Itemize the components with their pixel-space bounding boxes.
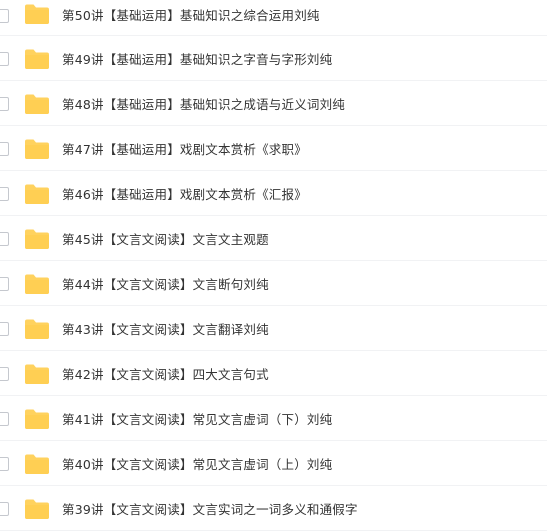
list-item[interactable]: 第45讲【文言文阅读】文言文主观题	[0, 217, 547, 261]
list-item[interactable]: 第43讲【文言文阅读】文言翻译刘纯	[0, 307, 547, 351]
file-name[interactable]: 第41讲【文言文阅读】常见文言虚词（下）刘纯	[62, 412, 332, 428]
list-item[interactable]: 第46讲【基础运用】戏剧文本赏析《汇报》	[0, 172, 547, 216]
file-name[interactable]: 第43讲【文言文阅读】文言翻译刘纯	[62, 322, 269, 338]
row-checkbox[interactable]	[0, 142, 9, 156]
list-item[interactable]: 第41讲【文言文阅读】常见文言虚词（下）刘纯	[0, 397, 547, 441]
row-checkbox[interactable]	[0, 367, 9, 381]
list-item[interactable]: 第42讲【文言文阅读】四大文言句式	[0, 352, 547, 396]
folder-icon	[24, 318, 50, 340]
folder-icon	[24, 228, 50, 250]
folder-icon	[24, 498, 50, 520]
file-name[interactable]: 第49讲【基础运用】基础知识之字音与字形刘纯	[62, 52, 332, 68]
file-name[interactable]: 第42讲【文言文阅读】四大文言句式	[62, 367, 269, 383]
file-name[interactable]: 第45讲【文言文阅读】文言文主观题	[62, 232, 269, 248]
list-item[interactable]: 第40讲【文言文阅读】常见文言虚词（上）刘纯	[0, 442, 547, 486]
file-name[interactable]: 第40讲【文言文阅读】常见文言虚词（上）刘纯	[62, 457, 332, 473]
file-name[interactable]: 第46讲【基础运用】戏剧文本赏析《汇报》	[62, 187, 307, 203]
row-checkbox[interactable]	[0, 502, 9, 516]
file-name[interactable]: 第47讲【基础运用】戏剧文本赏析《求职》	[62, 142, 307, 158]
row-checkbox[interactable]	[0, 97, 9, 111]
row-checkbox[interactable]	[0, 277, 9, 291]
file-list: 第50讲【基础运用】基础知识之综合运用刘纯 第49讲【基础运用】基础知识之字音与…	[0, 0, 547, 531]
folder-icon	[24, 408, 50, 430]
list-item[interactable]: 第48讲【基础运用】基础知识之成语与近义词刘纯	[0, 82, 547, 126]
list-item[interactable]: 第39讲【文言文阅读】文言实词之一词多义和通假字	[0, 487, 547, 531]
folder-icon	[24, 48, 50, 70]
row-checkbox[interactable]	[0, 322, 9, 336]
row-checkbox[interactable]	[0, 9, 9, 23]
file-name[interactable]: 第50讲【基础运用】基础知识之综合运用刘纯	[62, 8, 320, 24]
folder-icon	[24, 93, 50, 115]
row-checkbox[interactable]	[0, 187, 9, 201]
folder-icon	[24, 3, 50, 25]
list-item[interactable]: 第47讲【基础运用】戏剧文本赏析《求职》	[0, 127, 547, 171]
folder-icon	[24, 138, 50, 160]
folder-icon	[24, 453, 50, 475]
list-item[interactable]: 第44讲【文言文阅读】文言断句刘纯	[0, 262, 547, 306]
file-name[interactable]: 第48讲【基础运用】基础知识之成语与近义词刘纯	[62, 97, 345, 113]
list-item[interactable]: 第50讲【基础运用】基础知识之综合运用刘纯	[0, 0, 547, 36]
file-name[interactable]: 第39讲【文言文阅读】文言实词之一词多义和通假字	[62, 502, 358, 518]
list-item[interactable]: 第49讲【基础运用】基础知识之字音与字形刘纯	[0, 37, 547, 81]
row-checkbox[interactable]	[0, 232, 9, 246]
file-name[interactable]: 第44讲【文言文阅读】文言断句刘纯	[62, 277, 269, 293]
row-checkbox[interactable]	[0, 457, 9, 471]
row-checkbox[interactable]	[0, 52, 9, 66]
folder-icon	[24, 273, 50, 295]
folder-icon	[24, 183, 50, 205]
folder-icon	[24, 363, 50, 385]
row-checkbox[interactable]	[0, 412, 9, 426]
